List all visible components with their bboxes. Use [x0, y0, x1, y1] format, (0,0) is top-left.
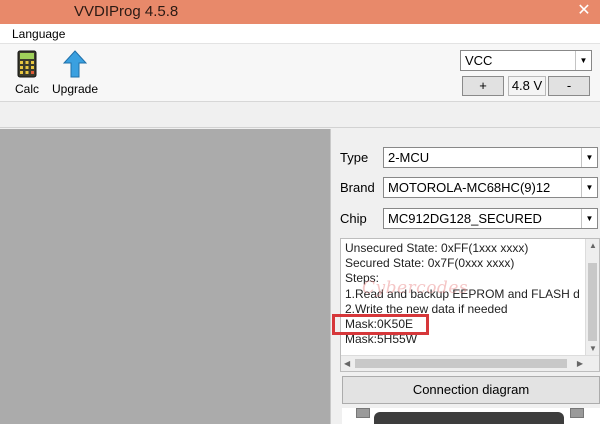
pin-icon: [570, 408, 584, 418]
workspace-pane: [0, 129, 330, 424]
vertical-scrollbar[interactable]: ▲ ▼: [585, 239, 599, 355]
upgrade-arrow-icon: [63, 50, 87, 78]
info-line: Unsecured State: 0xFF(1xxx xxxx): [345, 241, 529, 255]
chevron-down-icon: ▼: [581, 148, 597, 167]
info-textbox[interactable]: Unsecured State: 0xFF(1xxx xxxx) Secured…: [340, 238, 600, 372]
chevron-down-icon: ▼: [575, 51, 591, 70]
menu-bar: Language: [0, 24, 600, 44]
title-bar: VVDIProg 4.5.8 ✕: [0, 0, 600, 24]
chevron-down-icon: ▼: [581, 178, 597, 197]
calc-label: Calc: [14, 82, 39, 96]
window-title: VVDIProg 4.5.8: [74, 3, 179, 20]
voltage-select[interactable]: VCC ▼: [460, 50, 592, 71]
horizontal-scroll-thumb[interactable]: [355, 359, 567, 368]
menu-language[interactable]: Language: [12, 27, 65, 41]
voltage-value: 4.8 V: [508, 76, 546, 96]
scroll-right-icon[interactable]: ▶: [577, 359, 583, 368]
chip-select-value: MC912DG128_SECURED: [388, 211, 542, 226]
chip-image: [374, 412, 564, 424]
pin-icon: [356, 408, 370, 418]
upgrade-button[interactable]: Upgrade: [48, 50, 102, 96]
connection-diagram-button[interactable]: Connection diagram: [342, 376, 600, 404]
calc-button[interactable]: Calc: [12, 50, 42, 96]
voltage-select-value: VCC: [465, 53, 493, 68]
connection-diagram-preview: [342, 408, 600, 424]
voltage-plus-button[interactable]: +: [462, 76, 504, 96]
chip-label: Chip: [340, 211, 367, 226]
scroll-left-icon[interactable]: ◀: [344, 359, 350, 368]
chip-select[interactable]: MC912DG128_SECURED ▼: [383, 208, 598, 229]
vertical-scroll-thumb[interactable]: [588, 263, 597, 341]
voltage-minus-button[interactable]: -: [548, 76, 590, 96]
info-line: Secured State: 0x7F(0xxx xxxx): [345, 256, 515, 271]
type-select-value: 2-MCU: [388, 150, 430, 165]
type-label: Type: [340, 150, 369, 165]
close-icon[interactable]: ✕: [572, 0, 596, 22]
watermark: Cybercodes: [362, 278, 469, 298]
calculator-icon: [17, 50, 37, 78]
scroll-up-icon[interactable]: ▲: [589, 241, 597, 250]
chevron-down-icon: ▼: [581, 209, 597, 228]
brand-select[interactable]: MOTOROLA-MC68HC(9)12 ▼: [383, 177, 598, 198]
horizontal-scrollbar[interactable]: ◀ ▶: [341, 355, 599, 371]
mask-highlight-box: [332, 314, 429, 335]
brand-select-value: MOTOROLA-MC68HC(9)12: [388, 180, 551, 195]
type-select[interactable]: 2-MCU ▼: [383, 147, 598, 168]
scroll-down-icon[interactable]: ▼: [589, 344, 597, 353]
status-strip: [0, 103, 600, 128]
upgrade-label: Upgrade: [51, 82, 99, 96]
brand-label: Brand: [340, 180, 375, 195]
